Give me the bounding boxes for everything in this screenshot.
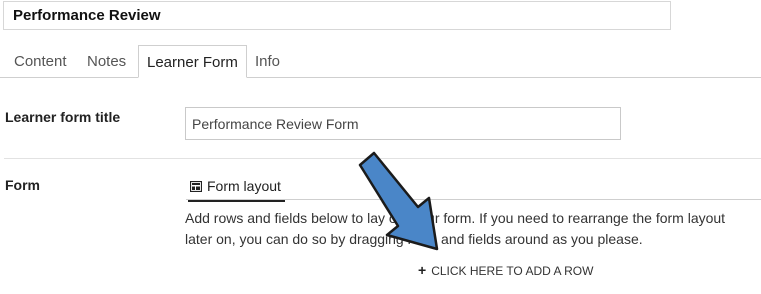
tab-content[interactable]: Content xyxy=(14,45,67,78)
learner-form-title-input[interactable] xyxy=(185,107,621,140)
form-layout-label: Form layout xyxy=(207,178,281,194)
item-title-input[interactable] xyxy=(3,1,671,30)
tab-info[interactable]: Info xyxy=(255,45,280,78)
form-layout-underline xyxy=(186,199,761,200)
learner-form-title-label: Learner form title xyxy=(5,109,121,125)
add-row-button[interactable]: + CLICK HERE TO ADD A ROW xyxy=(418,262,593,278)
tab-bar: Content Notes Learner Form Info xyxy=(0,45,761,78)
plus-icon: + xyxy=(418,262,427,278)
tab-notes[interactable]: Notes xyxy=(87,45,126,78)
form-help-text: Add rows and fields below to lay out you… xyxy=(185,210,726,247)
add-row-label: CLICK HERE TO ADD A ROW xyxy=(431,264,594,278)
form-label: Form xyxy=(5,177,40,193)
section-divider xyxy=(4,158,761,159)
form-layout-icon xyxy=(190,181,202,192)
tab-learner-form[interactable]: Learner Form xyxy=(138,45,247,78)
